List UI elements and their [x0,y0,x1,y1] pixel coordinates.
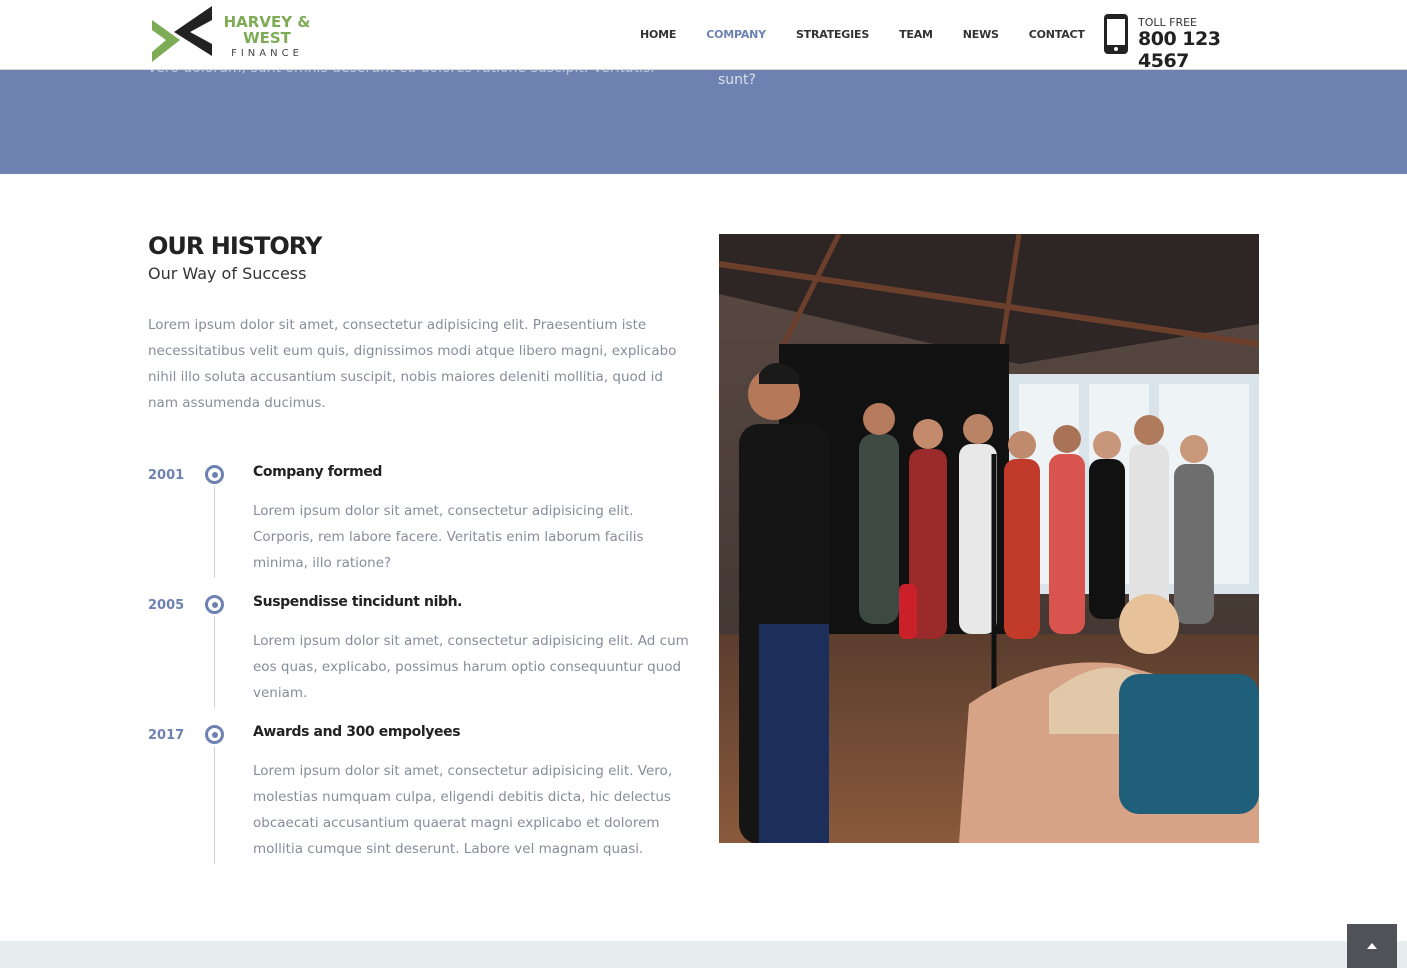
toll-free-number[interactable]: 800 123 4567 [1138,28,1263,72]
speaker [739,363,829,843]
timeline-dot-icon [205,465,224,484]
nav-strategies[interactable]: STRATEGIES [796,28,869,41]
timeline-text: Lorem ipsum dolor sit amet, consectetur … [253,763,673,857]
main-nav: HOME COMPANY STRATEGIES TEAM NEWS CONTAC… [640,28,1115,41]
nav-team[interactable]: TEAM [899,28,933,41]
timeline-line [214,486,215,578]
timeline-heading: Awards and 300 empolyees [253,724,461,740]
history-intro: Lorem ipsum dolor sit amet, consectetur … [148,317,677,411]
nav-news[interactable]: NEWS [963,28,999,41]
timeline-dot-icon [205,595,224,614]
site-logo[interactable]: HARVEY & WEST FINANCE [150,6,310,64]
footer-strip [0,941,1407,968]
history-title: OUR HISTORY [148,232,322,260]
logo-line-2: WEST [243,29,291,47]
logo-line-3: FINANCE [231,48,303,59]
site-header: HARVEY & WEST FINANCE HOME COMPANY STRAT… [0,0,1407,72]
nav-company[interactable]: COMPANY [706,28,766,41]
timeline-year: 2005 [148,598,185,613]
harvey-west-logo-mark-icon [152,6,212,62]
team-event-photo [719,234,1259,843]
logo-wordmark: HARVEY & WEST FINANCE [222,14,312,62]
team-event-illustration [719,234,1259,843]
timeline-text: Lorem ipsum dolor sit amet, consectetur … [253,633,689,701]
timeline-year: 2001 [148,468,185,483]
timeline-line [214,616,215,708]
timeline-heading: Suspendisse tincidunt nibh. [253,594,463,610]
timeline-line [214,746,215,864]
history-subtitle: Our Way of Success [148,264,307,283]
nav-contact[interactable]: CONTACT [1029,28,1085,41]
page: vero dolorum, sunt omnis deserunt ea dol… [0,0,1407,968]
timeline-heading: Company formed [253,464,383,480]
toll-free-phone[interactable]: TOLL FREE 800 123 4567 [1103,14,1263,72]
timeline-dot-icon [205,725,224,744]
mobile-phone-icon [1104,14,1128,54]
nav-home[interactable]: HOME [640,28,676,41]
timeline-text: Lorem ipsum dolor sit amet, consectetur … [253,503,644,571]
chevron-up-icon [1367,943,1377,949]
previous-section-text-right: sunt? [718,72,756,88]
back-to-top-button[interactable] [1347,924,1397,968]
timeline-year: 2017 [148,728,185,743]
logo-line-1: HARVEY & [223,13,311,31]
